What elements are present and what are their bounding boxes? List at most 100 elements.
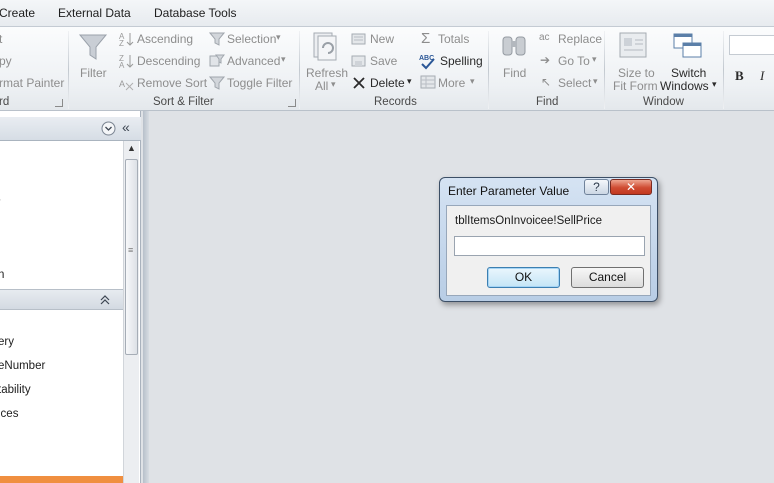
help-button[interactable]: ? [584,179,609,195]
ribbon: t py rmat Painter rd Filter A Z Ascendin… [0,27,774,111]
remove-sort-icon: A [119,79,134,91]
find-group-label: Find [536,96,559,108]
scroll-up-arrow-icon[interactable]: ▲ [127,143,136,153]
parameter-value-input[interactable] [454,236,645,256]
sort-filter-group-label: Sort & Filter [153,96,214,108]
nav-pane-header[interactable]: « [0,117,141,141]
collapse-group-icon[interactable] [99,294,111,306]
replace-button[interactable]: Replace [558,32,602,46]
ok-button[interactable]: OK [487,267,560,288]
selected-item-highlight[interactable] [0,476,123,483]
list-item[interactable]: ery [0,336,14,348]
format-painter-button[interactable]: rmat Painter [0,76,64,90]
svg-text:A: A [119,79,125,89]
advanced-filter-icon [209,54,225,67]
size-to-fit-label-2: Fit Form [613,79,658,93]
tab-database-tools[interactable]: Database Tools [154,6,237,20]
font-name-combobox[interactable] [729,35,774,55]
nav-scrollbar[interactable]: ▲ ≡ [123,141,139,483]
refresh-dropdown-icon: ▾ [331,79,336,89]
scrollbar-thumb[interactable]: ≡ [125,159,138,355]
ribbon-tab-row: Create External Data Database Tools [0,0,774,27]
list-item[interactable]: eNumber [0,360,45,372]
more-dropdown-icon[interactable]: ▾ [470,76,475,87]
switch-windows-label: Switch [671,66,707,80]
binoculars-icon [502,36,526,56]
separator [68,31,69,109]
italic-button[interactable]: I [760,68,764,84]
switch-windows-label-2: Windows [660,79,709,93]
selection-dropdown-icon[interactable]: ▾ [276,32,281,43]
dialog-body: tblItemsOnInvoicee!SellPrice OK Cancel [446,205,651,296]
delete-dropdown-icon[interactable]: ▾ [407,76,412,87]
goto-button[interactable]: Go To [558,54,590,68]
select-cursor-icon: ↖ [541,75,552,89]
ascending-button[interactable]: Ascending [137,32,193,46]
replace-icon: ac [539,32,550,43]
find-label: Find [503,66,527,80]
list-item[interactable]: tability [0,384,31,396]
sort-filter-launcher-icon[interactable] [288,99,296,107]
save-icon [351,55,366,67]
tab-external-data[interactable]: External Data [58,6,131,20]
enter-parameter-dialog: Enter Parameter Value ? ✕ tblItemsOnInvo… [439,177,658,302]
separator [488,31,489,109]
select-dropdown-icon[interactable]: ▾ [593,76,598,87]
clipboard-copy-button[interactable]: py [0,54,12,68]
spelling-icon: ABC [419,55,435,70]
workspace-edge [143,111,149,483]
ascending-icon: A Z [119,32,134,47]
spelling-button[interactable]: Spelling [440,54,483,68]
nav-group-header[interactable] [0,289,123,310]
list-item[interactable]: n [0,269,4,281]
select-button[interactable]: Select [558,76,591,90]
clipboard-cut-button[interactable]: t [0,32,2,46]
goto-dropdown-icon[interactable]: ▾ [592,54,597,65]
selection-button[interactable]: Selection [227,32,276,46]
size-to-fit-icon [619,32,647,58]
new-record-icon [351,33,366,45]
refresh-label-2: All [315,79,329,93]
list-item[interactable]: ices [0,408,18,420]
filter-label: Filter [80,66,107,80]
navigation-pane: « · · n ery eNumber tability ices ▲ ≡ [0,111,141,483]
switch-windows-dropdown-icon: ▾ [712,79,717,89]
advanced-dropdown-icon[interactable]: ▾ [281,54,286,65]
dialog-title: Enter Parameter Value [448,184,570,198]
shutter-bar-collapse-icon[interactable]: « [122,119,130,135]
totals-button[interactable]: Totals [438,32,469,46]
svg-text:Z: Z [119,39,124,47]
list-item[interactable]: · [0,159,1,171]
cancel-button[interactable]: Cancel [571,267,644,288]
more-icon [420,75,436,89]
close-button[interactable]: ✕ [610,179,652,195]
window-group-label: Window [643,96,684,108]
refresh-icon [313,32,337,61]
switch-windows-icon [673,33,702,58]
save-button[interactable]: Save [370,54,397,68]
more-button[interactable]: More [438,76,465,90]
clipboard-group-label: rd [0,96,10,108]
nav-menu-chevron-down-icon[interactable] [101,121,116,136]
filter-funnel-icon [78,34,108,60]
descending-button[interactable]: Descending [137,54,200,68]
delete-icon [353,77,365,89]
svg-text:A: A [119,61,125,69]
totals-sigma-icon: Σ [421,30,431,47]
descending-icon: Z A [119,54,134,69]
list-item[interactable]: · [0,194,2,206]
bold-button[interactable]: B [735,68,744,84]
tab-create[interactable]: Create [0,6,35,20]
grip-icon: ≡ [128,245,134,255]
remove-sort-button[interactable]: Remove Sort [137,76,207,90]
advanced-button[interactable]: Advanced [227,54,280,68]
delete-button[interactable]: Delete [370,76,405,90]
parameter-prompt: tblItemsOnInvoicee!SellPrice [455,215,603,227]
new-record-button[interactable]: New [370,32,394,46]
clipboard-launcher-icon[interactable] [55,99,63,107]
records-group-label: Records [374,96,417,108]
toggle-filter-button[interactable]: Toggle Filter [227,76,292,90]
goto-arrow-icon: ➔ [540,53,551,67]
size-to-fit-label: Size to [618,66,655,80]
toggle-filter-icon [209,76,225,90]
